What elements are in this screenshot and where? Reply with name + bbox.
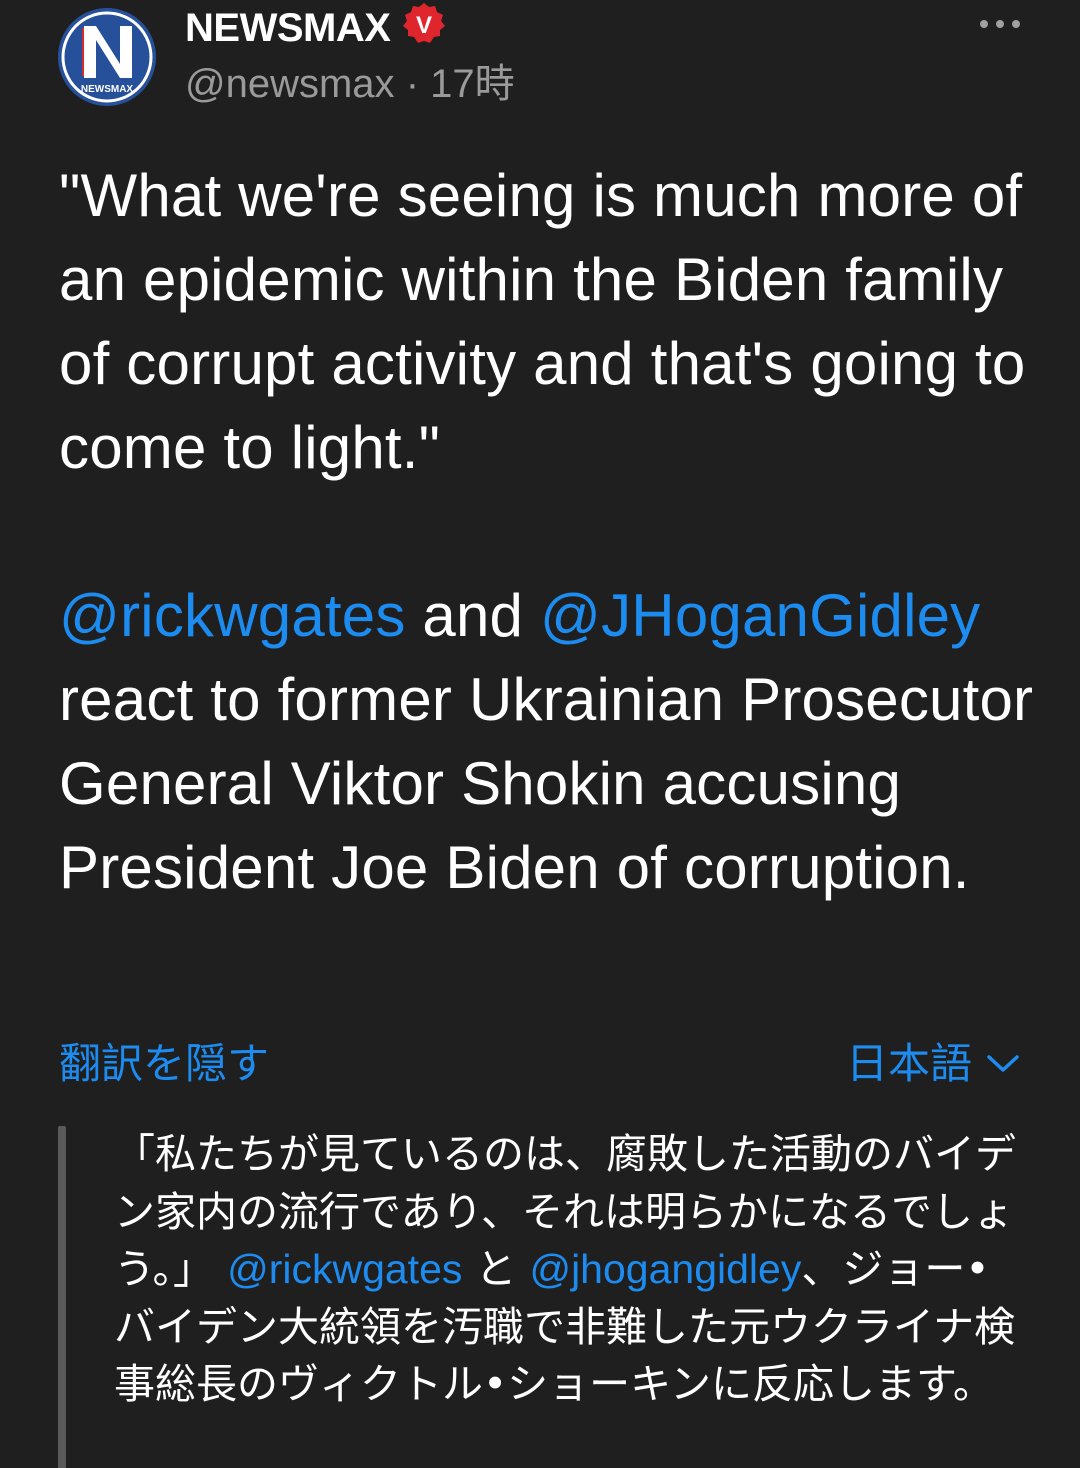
translated-mention-jhogangidley[interactable]: @jhogangidley <box>529 1246 801 1292</box>
translated-conjunction: と <box>462 1245 530 1293</box>
mention-jhogangidley[interactable]: @JHoganGidley <box>540 582 980 649</box>
chevron-down-icon <box>987 1055 1019 1072</box>
verified-badge-letter: V <box>416 12 432 39</box>
language-label: 日本語 <box>845 1040 972 1087</box>
avatar[interactable]: NEWSMAX <box>58 8 156 106</box>
translated-mention-rickwgates[interactable]: @rickwgates <box>227 1246 462 1292</box>
more-options-button[interactable] <box>972 4 1028 44</box>
tweet-text: "What we're seeing is much more of an ep… <box>59 154 1044 910</box>
tweet-quote: "What we're seeing is much more of an ep… <box>59 162 1026 481</box>
tweet-meta: @newsmax · 17時 <box>185 58 515 110</box>
tweet-body-rest: react to former Ukrainian Prosecutor Gen… <box>59 666 1034 901</box>
meta-separator: · <box>405 62 420 106</box>
tweet-body: @rickwgates and @JHoganGidley react to f… <box>59 574 1044 910</box>
translation-language-select[interactable]: 日本語 <box>846 1036 1020 1092</box>
mention-rickwgates[interactable]: @rickwgates <box>59 582 406 649</box>
verified-badge-icon: V <box>402 2 446 46</box>
translation-quote-bar <box>58 1126 66 1468</box>
avatar-logo-text: NEWSMAX <box>81 84 134 95</box>
tweet-detail-screen: NEWSMAX NEWSMAX V @newsmax · 17時 "What w… <box>0 0 1080 1468</box>
more-horizontal-icon <box>980 20 1020 28</box>
translated-text: 「私たちが見ているのは、腐敗した活動のバイデン家内の流行であり、それは明らかにな… <box>114 1126 1029 1414</box>
newsmax-logo-icon: NEWSMAX <box>58 8 156 106</box>
timestamp[interactable]: 17時 <box>430 62 515 106</box>
tweet-conjunction: and <box>405 582 540 649</box>
user-handle[interactable]: @newsmax <box>185 62 395 106</box>
hide-translation-link[interactable]: 翻訳を隠す <box>59 1036 269 1092</box>
display-name[interactable]: NEWSMAX <box>185 4 391 52</box>
